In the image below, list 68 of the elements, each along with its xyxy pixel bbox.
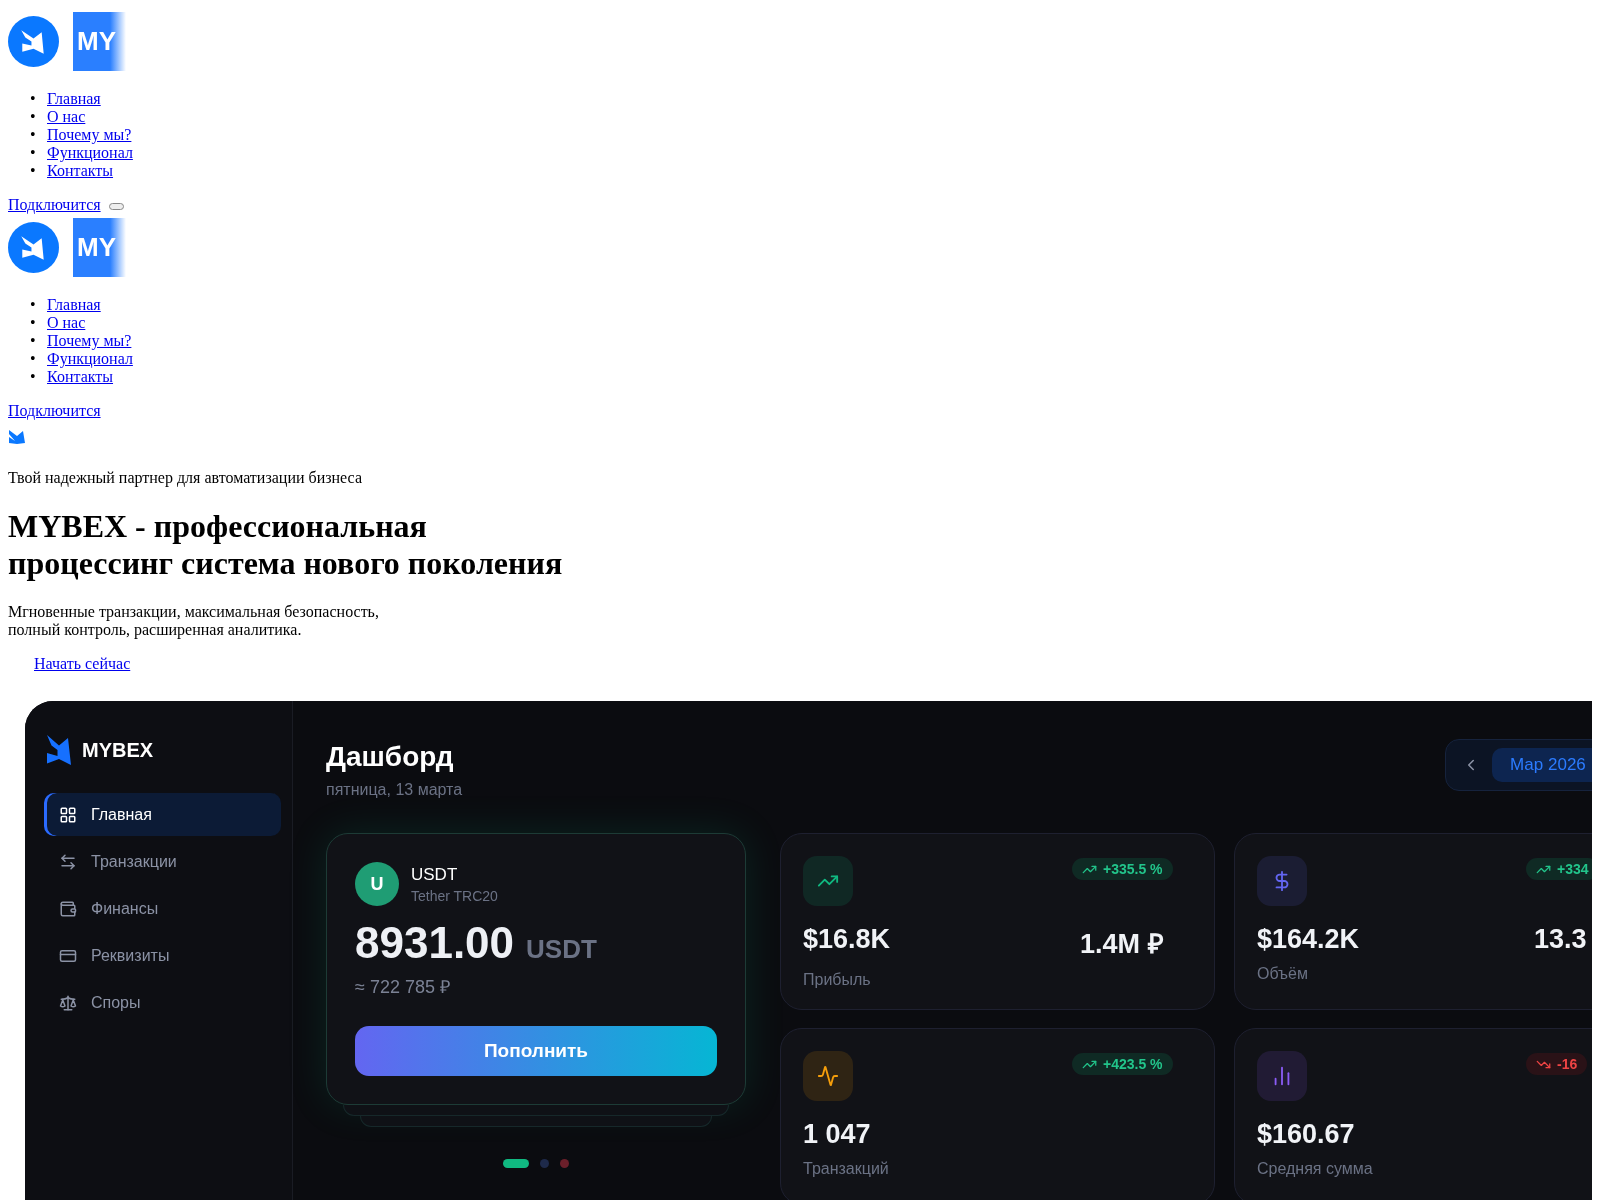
start-link[interactable]: Начать сейчас xyxy=(34,655,131,672)
change-badge: +334 xyxy=(1526,858,1592,880)
nav-link[interactable]: О нас xyxy=(47,108,86,125)
hero-subtitle: Мгновенные транзакции, максимальная безопасность, полный контроль, расширенная аналитика. xyxy=(8,603,380,639)
nav-link[interactable]: Функционал xyxy=(47,144,133,161)
nav-link[interactable]: Контакты xyxy=(47,162,114,179)
stat-value: $16.8K xyxy=(803,924,892,956)
stat-label: Объём xyxy=(1257,965,1309,983)
list-bullet: • xyxy=(30,350,37,368)
change-badge: +335.5 % xyxy=(1072,858,1173,880)
connect-link[interactable]: Подключится xyxy=(8,402,101,419)
stat-label: Средняя сумма xyxy=(1257,1160,1374,1178)
connect-link[interactable]: Подключится xyxy=(8,196,101,213)
pulse-icon xyxy=(817,1065,839,1087)
tagline: Твой надежный партнер для автоматизации бизнеса xyxy=(8,469,363,487)
nav-link[interactable]: Почему мы? xyxy=(47,332,132,349)
page-title: Дашборд xyxy=(326,741,455,773)
logo-icon[interactable] xyxy=(8,221,59,273)
list-bullet: • xyxy=(30,144,37,162)
nav-link[interactable]: Функционал xyxy=(47,350,133,367)
stat-secondary-value: 1.4M ₽ xyxy=(1080,928,1165,961)
list-bullet: • xyxy=(30,162,37,180)
logo-text: MY xyxy=(73,11,126,71)
arrows-icon xyxy=(59,852,77,871)
carousel-dot[interactable] xyxy=(560,1159,569,1168)
logo-text: MY xyxy=(73,217,126,277)
change-badge: -16 xyxy=(1526,1053,1588,1075)
list-bullet: • xyxy=(30,368,37,386)
brand-name: MYBEX xyxy=(82,738,154,762)
coin-avatar: U xyxy=(355,862,399,906)
stat-value: $164.2K xyxy=(1257,924,1361,955)
balance-amount: 8931.00 xyxy=(355,918,515,968)
nav-link[interactable]: Главная xyxy=(47,90,101,107)
list-bullet: • xyxy=(30,126,37,144)
list-bullet: • xyxy=(30,296,37,314)
sidebar-item[interactable]: Реквизиты xyxy=(44,934,281,977)
coin-symbol: USDT xyxy=(411,864,459,885)
grid-icon xyxy=(59,805,77,824)
sidebar-item[interactable]: Главная xyxy=(44,793,281,836)
period-chip[interactable]: Мар 2026 xyxy=(1492,748,1592,782)
date-text: пятница, 13 марта xyxy=(326,781,464,799)
stat-value: 1 047 xyxy=(803,1119,872,1150)
wallet-icon xyxy=(59,899,77,918)
coin-network: Tether TRC20 xyxy=(411,887,498,904)
list-bullet: • xyxy=(30,108,37,126)
stat-label: Транзакций xyxy=(803,1160,890,1178)
list-bullet: • xyxy=(30,90,37,108)
logo-icon[interactable] xyxy=(8,15,59,67)
stat-label: Прибыль xyxy=(803,971,872,989)
stat-value: $160.67 xyxy=(1257,1119,1356,1150)
scales-icon xyxy=(59,993,77,1012)
change-badge: +423.5 % xyxy=(1072,1053,1173,1075)
list-bullet: • xyxy=(30,314,37,332)
list-bullet: • xyxy=(30,332,37,350)
sidebar-item[interactable]: Финансы xyxy=(44,887,281,930)
hero-title: MYBEX - профессиональная процессинг система нового поколения xyxy=(8,508,564,582)
carousel-dot[interactable] xyxy=(540,1159,549,1168)
balance-approx: ≈ 722 785 ₽ xyxy=(355,976,451,998)
balance-unit: USDT xyxy=(526,934,597,965)
sidebar-item[interactable]: Транзакции xyxy=(44,840,281,883)
stat-secondary-value: 13.3 xyxy=(1534,924,1588,955)
nav-link[interactable]: О нас xyxy=(47,314,86,331)
logo-icon xyxy=(8,429,26,445)
nav-link[interactable]: Почему мы? xyxy=(47,126,132,143)
nav-link[interactable]: Контакты xyxy=(47,368,114,385)
sidebar-item[interactable]: Споры xyxy=(44,981,281,1024)
nav-link[interactable]: Главная xyxy=(47,296,101,313)
menu-toggle[interactable] xyxy=(108,202,124,210)
